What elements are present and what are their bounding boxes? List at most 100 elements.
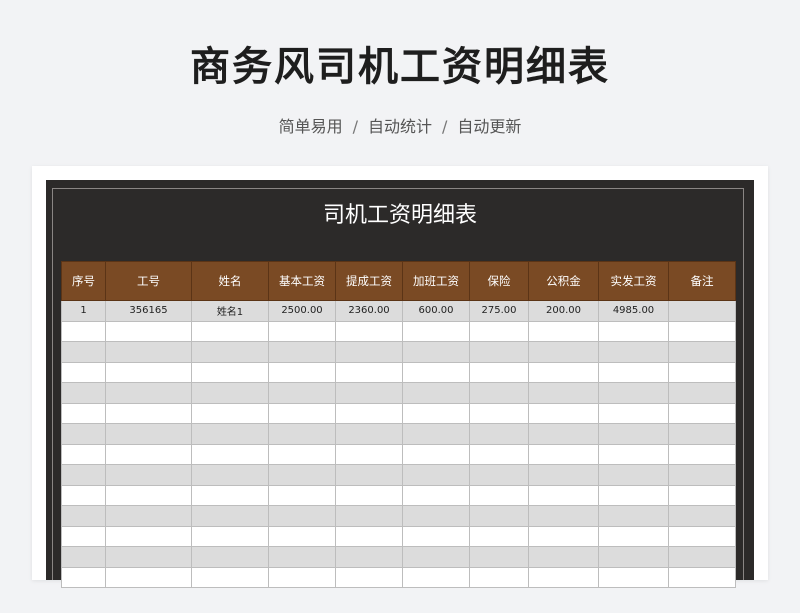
table-cell[interactable] — [335, 484, 403, 506]
table-cell[interactable] — [528, 484, 599, 506]
table-cell[interactable]: 200.00 — [528, 300, 599, 322]
table-cell[interactable] — [61, 320, 106, 342]
table-cell[interactable] — [61, 341, 106, 363]
table-cell[interactable] — [402, 464, 470, 486]
table-cell[interactable] — [668, 546, 736, 568]
table-cell[interactable] — [528, 382, 599, 404]
table-cell[interactable] — [335, 320, 403, 342]
table-cell[interactable] — [105, 505, 192, 527]
table-cell[interactable] — [191, 464, 269, 486]
table-cell[interactable] — [469, 464, 529, 486]
table-cell[interactable] — [402, 525, 470, 547]
table-cell[interactable] — [191, 505, 269, 527]
table-cell[interactable] — [105, 464, 192, 486]
table-cell[interactable] — [469, 566, 529, 588]
table-cell[interactable] — [335, 382, 403, 404]
table-cell[interactable] — [528, 566, 599, 588]
table-cell[interactable] — [61, 505, 106, 527]
table-cell[interactable] — [598, 341, 669, 363]
table-cell[interactable]: 1 — [61, 300, 106, 322]
table-cell[interactable] — [598, 505, 669, 527]
table-cell[interactable] — [469, 505, 529, 527]
table-cell[interactable] — [268, 566, 336, 588]
table-cell[interactable] — [598, 320, 669, 342]
table-cell[interactable] — [61, 423, 106, 445]
table-cell[interactable] — [61, 546, 106, 568]
table-cell[interactable] — [61, 525, 106, 547]
table-cell[interactable] — [61, 464, 106, 486]
table-cell[interactable] — [191, 423, 269, 445]
table-cell[interactable]: 4985.00 — [598, 300, 669, 322]
table-cell[interactable] — [191, 361, 269, 383]
table-cell[interactable] — [105, 443, 192, 465]
table-cell[interactable] — [335, 566, 403, 588]
table-cell[interactable] — [668, 423, 736, 445]
table-cell[interactable] — [268, 505, 336, 527]
table-cell[interactable] — [268, 382, 336, 404]
table-cell[interactable] — [61, 484, 106, 506]
table-cell[interactable]: 姓名1 — [191, 300, 269, 322]
table-cell[interactable] — [191, 320, 269, 342]
table-cell[interactable] — [335, 423, 403, 445]
table-cell[interactable] — [469, 320, 529, 342]
table-cell[interactable] — [61, 361, 106, 383]
table-cell[interactable] — [528, 464, 599, 486]
table-cell[interactable] — [598, 566, 669, 588]
table-cell[interactable] — [105, 484, 192, 506]
table-cell[interactable] — [402, 566, 470, 588]
table-cell[interactable] — [668, 505, 736, 527]
table-cell[interactable] — [668, 382, 736, 404]
table-cell[interactable] — [402, 402, 470, 424]
table-cell[interactable] — [402, 443, 470, 465]
table-cell[interactable] — [191, 484, 269, 506]
table-cell[interactable] — [191, 382, 269, 404]
table-cell[interactable] — [528, 341, 599, 363]
table-cell[interactable] — [105, 382, 192, 404]
table-cell[interactable] — [61, 382, 106, 404]
table-cell[interactable] — [335, 525, 403, 547]
table-cell[interactable] — [268, 320, 336, 342]
table-cell[interactable] — [268, 423, 336, 445]
table-cell[interactable] — [668, 341, 736, 363]
table-cell[interactable]: 275.00 — [469, 300, 529, 322]
table-cell[interactable] — [469, 402, 529, 424]
table-cell[interactable] — [61, 566, 106, 588]
table-cell[interactable] — [598, 484, 669, 506]
table-cell[interactable] — [598, 546, 669, 568]
table-cell[interactable] — [402, 423, 470, 445]
table-cell[interactable] — [402, 546, 470, 568]
table-cell[interactable] — [191, 525, 269, 547]
table-cell[interactable] — [402, 361, 470, 383]
table-cell[interactable] — [528, 402, 599, 424]
table-cell[interactable] — [668, 525, 736, 547]
table-cell[interactable] — [268, 484, 336, 506]
table-cell[interactable] — [598, 402, 669, 424]
table-cell[interactable] — [191, 341, 269, 363]
table-cell[interactable] — [105, 361, 192, 383]
table-cell[interactable] — [335, 341, 403, 363]
table-cell[interactable]: 2360.00 — [335, 300, 403, 322]
table-cell[interactable] — [335, 443, 403, 465]
table-cell[interactable] — [268, 525, 336, 547]
table-cell[interactable] — [668, 402, 736, 424]
table-cell[interactable] — [598, 382, 669, 404]
table-cell[interactable] — [528, 320, 599, 342]
table-cell[interactable] — [668, 484, 736, 506]
table-cell[interactable] — [191, 402, 269, 424]
table-cell[interactable] — [469, 443, 529, 465]
table-cell[interactable] — [469, 484, 529, 506]
table-cell[interactable] — [268, 341, 336, 363]
table-cell[interactable] — [668, 320, 736, 342]
table-cell[interactable] — [402, 505, 470, 527]
table-cell[interactable] — [598, 525, 669, 547]
table-cell[interactable] — [469, 525, 529, 547]
table-cell[interactable] — [402, 320, 470, 342]
table-cell[interactable] — [668, 361, 736, 383]
table-cell[interactable] — [469, 382, 529, 404]
table-cell[interactable] — [402, 484, 470, 506]
table-cell[interactable] — [598, 361, 669, 383]
table-cell[interactable] — [469, 361, 529, 383]
table-cell[interactable] — [105, 423, 192, 445]
table-cell[interactable] — [268, 402, 336, 424]
table-cell[interactable] — [528, 443, 599, 465]
